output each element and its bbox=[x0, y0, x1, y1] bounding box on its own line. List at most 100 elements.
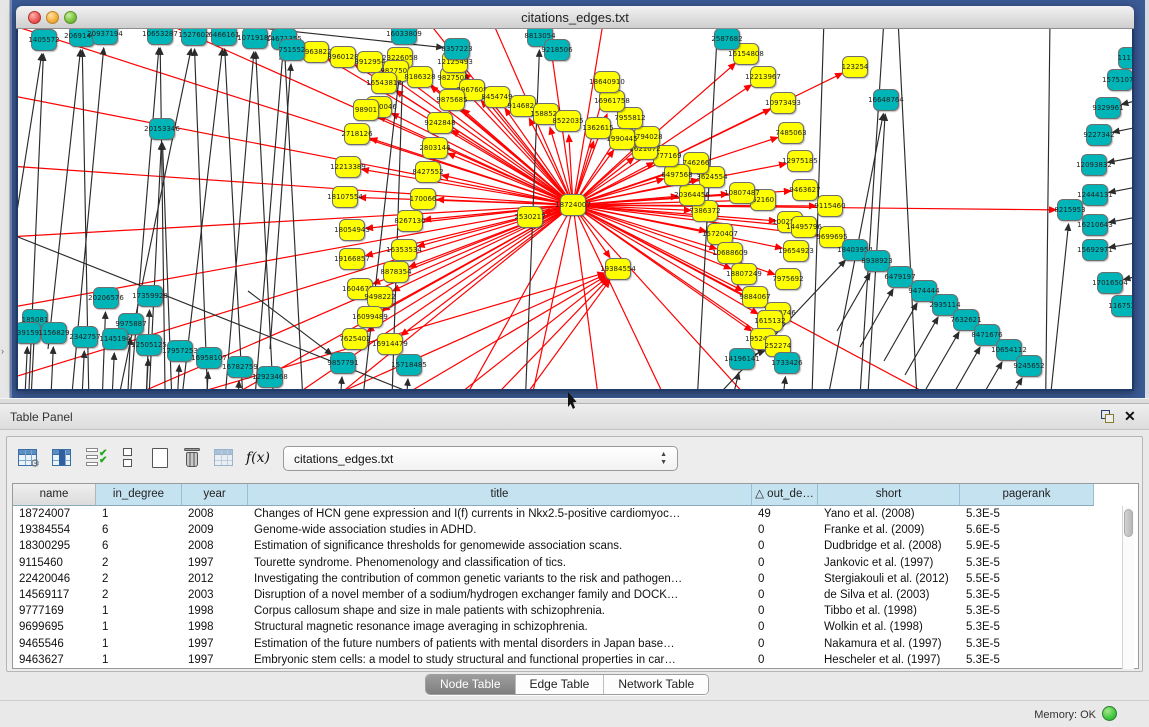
graph-node[interactable]: 6466161 bbox=[211, 29, 237, 46]
graph-node[interactable]: 111746 bbox=[1118, 47, 1132, 69]
graph-node[interactable]: 7975692 bbox=[775, 268, 801, 290]
table-settings-icon[interactable]: ⚙ bbox=[16, 445, 42, 471]
graph-node[interactable]: 20206576 bbox=[93, 287, 119, 309]
select-columns-icon[interactable] bbox=[50, 445, 76, 471]
graph-node[interactable]: 16782759 bbox=[227, 356, 253, 378]
graph-node[interactable]: 15751074 bbox=[1107, 69, 1132, 91]
graph-node[interactable]: 10653287 bbox=[147, 29, 173, 45]
graph-node[interactable]: 16099489 bbox=[357, 306, 383, 328]
panel-collapse-icon[interactable]: › bbox=[1, 346, 4, 356]
graph-node[interactable]: 17016504 bbox=[1097, 272, 1123, 294]
graph-node[interactable]: 1405572 bbox=[31, 29, 57, 51]
graph-node[interactable]: 10807487 bbox=[729, 182, 755, 204]
graph-node[interactable]: 16353534 bbox=[391, 239, 417, 261]
graph-node[interactable]: 1362615 bbox=[585, 117, 611, 139]
graph-node[interactable]: 16961758 bbox=[599, 90, 625, 112]
graph-node[interactable]: 2342757 bbox=[72, 326, 98, 348]
graph-node[interactable]: 8454749 bbox=[484, 86, 510, 108]
graph-node[interactable]: 9218506 bbox=[544, 39, 570, 61]
graph-node[interactable]: 8878354 bbox=[383, 261, 409, 283]
graph-node[interactable]: 9115460 bbox=[817, 195, 843, 217]
graph-node[interactable]: 8427552 bbox=[415, 161, 441, 183]
graph-node[interactable]: 14196141 bbox=[729, 348, 755, 370]
column-header-short[interactable]: short bbox=[818, 484, 960, 506]
graph-node[interactable]: 2530217 bbox=[517, 206, 543, 228]
graph-node[interactable]: 7485063 bbox=[778, 122, 804, 144]
column-header-name[interactable]: name bbox=[13, 484, 96, 506]
tab-edge-table[interactable]: Edge Table bbox=[516, 675, 605, 694]
table-row[interactable]: 946362711997Embryonic stem cells: a mode… bbox=[13, 652, 1094, 668]
graph-node[interactable]: 9884067 bbox=[742, 286, 768, 308]
graph-node[interactable]: 18724007 bbox=[560, 194, 586, 216]
graph-node[interactable]: 123254 bbox=[842, 56, 868, 78]
graph-node[interactable]: 1145194 bbox=[102, 328, 128, 350]
graph-node[interactable]: 170066 bbox=[410, 188, 436, 210]
graph-node[interactable]: 18807249 bbox=[731, 263, 757, 285]
graph-node[interactable]: 9329961 bbox=[1095, 97, 1121, 119]
table-row[interactable]: 1830029562008Estimation of significance … bbox=[13, 538, 1094, 554]
graph-node[interactable]: 16033809 bbox=[391, 29, 417, 45]
graph-node[interactable]: 12213967 bbox=[750, 66, 776, 88]
graph-node[interactable]: 6794028 bbox=[634, 126, 660, 148]
graph-node[interactable]: 20937194 bbox=[92, 29, 118, 45]
table-row[interactable]: 1872400712008Changes of HCN gene express… bbox=[13, 506, 1094, 522]
graph-node[interactable]: 8912954 bbox=[357, 51, 383, 73]
graph-node[interactable]: 8522035 bbox=[555, 110, 581, 132]
row-checklist-icon[interactable]: ✔ ✔ bbox=[84, 445, 110, 471]
graph-node[interactable]: 10719185 bbox=[242, 29, 268, 49]
graph-node[interactable]: 9245652 bbox=[1016, 355, 1042, 377]
graph-node[interactable]: 16914479 bbox=[377, 333, 403, 355]
window-titlebar[interactable]: citations_edges.txt bbox=[16, 6, 1134, 29]
table-row[interactable]: 1938455462009Genome-wide association stu… bbox=[13, 522, 1094, 538]
float-panel-icon[interactable] bbox=[1101, 410, 1116, 424]
graph-node[interactable]: 12923468 bbox=[257, 366, 283, 388]
graph-node[interactable]: 1733426 bbox=[774, 352, 800, 374]
graph-node[interactable]: 12093832 bbox=[1081, 154, 1107, 176]
graph-node[interactable]: 16543812 bbox=[371, 72, 397, 94]
column-header-out_de[interactable]: △ out_de… bbox=[752, 484, 818, 506]
graph-node[interactable]: 16958107 bbox=[196, 347, 222, 369]
graph-node[interactable]: 10688609 bbox=[717, 242, 743, 264]
graph-node[interactable]: 7963822 bbox=[303, 41, 329, 63]
graph-node[interactable]: 1527602 bbox=[181, 29, 207, 46]
table-scrollbar[interactable] bbox=[1122, 506, 1134, 669]
graph-node[interactable]: 9857791 bbox=[330, 352, 356, 374]
graph-node[interactable]: 12213389 bbox=[335, 156, 361, 178]
new-document-icon[interactable] bbox=[148, 445, 174, 471]
function-builder-icon[interactable]: f(x) bbox=[246, 445, 272, 471]
graph-node[interactable]: 10973493 bbox=[770, 92, 796, 114]
graph-node[interactable]: 9227342 bbox=[1086, 124, 1112, 146]
graph-node[interactable]: 8357223 bbox=[444, 38, 470, 60]
column-header-title[interactable]: title bbox=[248, 484, 752, 506]
graph-node[interactable]: 6479197 bbox=[887, 266, 913, 288]
graph-node[interactable]: 20364456 bbox=[679, 184, 705, 206]
column-header-year[interactable]: year bbox=[182, 484, 248, 506]
graph-node[interactable]: 19166857 bbox=[339, 248, 365, 270]
graph-node[interactable]: 2718126 bbox=[344, 123, 370, 145]
delete-trash-icon[interactable] bbox=[180, 445, 206, 471]
graph-node[interactable]: 1156829 bbox=[41, 322, 67, 344]
network-table-select[interactable]: citations_edges.txt ▲▼ bbox=[283, 446, 678, 471]
graph-node[interactable]: 12505125 bbox=[136, 334, 162, 356]
graph-node[interactable]: 8215953 bbox=[1057, 199, 1083, 221]
graph-node[interactable]: 6497568 bbox=[664, 164, 690, 186]
graph-node[interactable]: 15718485 bbox=[396, 354, 422, 376]
graph-node[interactable]: 18054943 bbox=[339, 219, 365, 241]
table-row[interactable]: 977716911998Corpus callosum shape and si… bbox=[13, 603, 1094, 619]
tab-network-table[interactable]: Network Table bbox=[604, 675, 708, 694]
column-header-in_degree[interactable]: in_degree bbox=[96, 484, 182, 506]
graph-node[interactable]: 9875685 bbox=[439, 89, 465, 111]
table-row[interactable]: 911546021997Tourette syndrome. Phenomeno… bbox=[13, 555, 1094, 571]
graph-node[interactable]: 9463627 bbox=[792, 179, 818, 201]
table-row[interactable]: 969969511998Structural magnetic resonanc… bbox=[13, 619, 1094, 635]
graph-node[interactable]: 8960128 bbox=[330, 46, 356, 68]
graph-node[interactable]: 1167533 bbox=[1111, 295, 1132, 317]
table-row[interactable]: 946554611997Estimation of the future num… bbox=[13, 636, 1094, 652]
column-header-pagerank[interactable]: pagerank bbox=[960, 484, 1094, 506]
graph-node[interactable]: 19384554 bbox=[605, 258, 631, 280]
graph-node[interactable]: 8938923 bbox=[864, 250, 890, 272]
graph-node[interactable]: 2803144 bbox=[422, 137, 448, 159]
graph-node[interactable]: 19654923 bbox=[783, 240, 809, 262]
scrollbar-thumb[interactable] bbox=[1124, 509, 1133, 537]
table-row[interactable]: 2242004622012Investigating the contribut… bbox=[13, 571, 1094, 587]
